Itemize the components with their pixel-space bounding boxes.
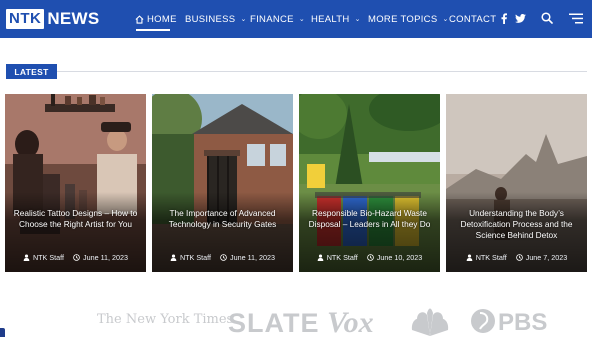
- article-card[interactable]: Realistic Tattoo Designs – How to Choose…: [5, 94, 146, 272]
- press-logos-row: The New York Times SLATE Vox PBS: [0, 304, 592, 337]
- date: June 11, 2023: [73, 253, 128, 262]
- author-name: NTK Staff: [32, 253, 64, 262]
- active-underline: [136, 29, 170, 31]
- user-icon: [466, 254, 472, 261]
- nyt-logo: The New York Times: [97, 312, 234, 327]
- section-label-latest: LATEST: [6, 64, 57, 79]
- author[interactable]: NTK Staff: [466, 253, 507, 262]
- pbs-logo: PBS: [498, 309, 548, 336]
- chevron-down-icon: ⌄: [442, 16, 449, 23]
- article-card[interactable]: Responsible Bio-Hazard Waste Disposal – …: [299, 94, 440, 272]
- article-meta: NTK Staff June 7, 2023: [446, 253, 587, 262]
- article-card[interactable]: Understanding the Body’s Detoxification …: [446, 94, 587, 272]
- nav-home-label: HOME: [147, 13, 177, 25]
- author[interactable]: NTK Staff: [23, 253, 64, 262]
- site-logo[interactable]: NTK NEWS: [6, 8, 100, 30]
- nav-finance-label: FINANCE: [250, 13, 294, 25]
- date: June 11, 2023: [220, 253, 275, 262]
- clock-icon: [73, 254, 80, 261]
- date: June 10, 2023: [366, 253, 423, 262]
- logo-box: NTK: [6, 9, 45, 29]
- article-title[interactable]: Understanding the Body’s Detoxification …: [452, 208, 581, 241]
- clock-icon: [515, 254, 523, 261]
- twitter-icon[interactable]: [515, 14, 526, 23]
- nav-business-label: BUSINESS: [185, 13, 236, 25]
- site-header: NTK NEWS HOME BUSINESS ⌄ FINANCE ⌄ HEALT…: [0, 0, 592, 38]
- user-icon: [170, 254, 177, 261]
- peacock-logo: [411, 308, 449, 336]
- nav-more-topics-label: MORE TOPICS: [368, 13, 438, 25]
- date-text: June 11, 2023: [83, 253, 129, 262]
- date-text: June 11, 2023: [230, 253, 276, 262]
- menu-icon[interactable]: [569, 13, 583, 24]
- nav-health-label: HEALTH: [311, 13, 350, 25]
- chevron-down-icon: ⌄: [240, 16, 247, 23]
- clock-icon: [366, 254, 374, 261]
- section-divider: [57, 71, 587, 72]
- user-icon: [23, 254, 30, 261]
- article-meta: NTK Staff June 11, 2023: [152, 253, 293, 262]
- home-icon: [135, 14, 144, 24]
- article-title[interactable]: Responsible Bio-Hazard Waste Disposal – …: [305, 208, 434, 230]
- author[interactable]: NTK Staff: [317, 253, 358, 262]
- pbs-head-icon: [471, 309, 495, 333]
- chevron-down-icon: ⌄: [354, 16, 361, 23]
- date-text: June 10, 2023: [376, 253, 423, 262]
- author-name: NTK Staff: [326, 253, 358, 262]
- article-meta: NTK Staff June 10, 2023: [299, 253, 440, 262]
- nav-item-contact[interactable]: CONTACT: [449, 0, 496, 38]
- author-name: NTK Staff: [475, 253, 507, 262]
- nav-item-business[interactable]: BUSINESS ⌄: [185, 0, 247, 38]
- article-title[interactable]: The Importance of Advanced Technology in…: [158, 208, 287, 230]
- article-meta: NTK Staff June 11, 2023: [5, 253, 146, 262]
- nav-item-home[interactable]: HOME: [135, 0, 177, 38]
- search-icon[interactable]: [541, 12, 553, 24]
- author-name: NTK Staff: [179, 253, 211, 262]
- slate-logo: SLATE: [228, 308, 320, 337]
- date: June 7, 2023: [515, 253, 568, 262]
- nav-item-health[interactable]: HEALTH ⌄: [311, 0, 361, 38]
- corner-tab[interactable]: [0, 328, 5, 337]
- vox-logo: Vox: [327, 306, 374, 337]
- chevron-down-icon: ⌄: [298, 16, 305, 23]
- facebook-icon[interactable]: [501, 13, 507, 24]
- article-title[interactable]: Realistic Tattoo Designs – How to Choose…: [11, 208, 140, 230]
- clock-icon: [220, 254, 227, 261]
- nav-item-more-topics[interactable]: MORE TOPICS ⌄: [368, 0, 449, 38]
- nav-item-finance[interactable]: FINANCE ⌄: [250, 0, 305, 38]
- nav-contact-label: CONTACT: [449, 13, 497, 25]
- date-text: June 7, 2023: [525, 253, 568, 262]
- article-card[interactable]: The Importance of Advanced Technology in…: [152, 94, 293, 272]
- author[interactable]: NTK Staff: [170, 253, 211, 262]
- logo-word: NEWS: [47, 9, 100, 28]
- user-icon: [317, 254, 324, 261]
